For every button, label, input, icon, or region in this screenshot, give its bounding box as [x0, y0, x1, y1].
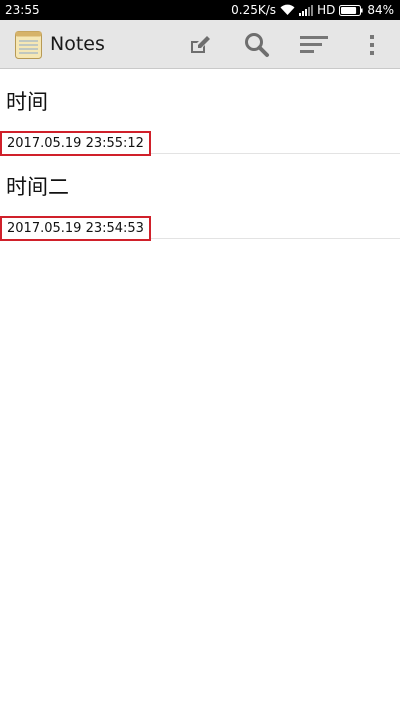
- notes-app-icon: [15, 31, 42, 59]
- sort-icon: [300, 36, 328, 53]
- network-speed: 0.25K/s: [231, 3, 277, 17]
- edit-pencil-icon: [191, 36, 210, 53]
- app-title: Notes: [50, 33, 105, 55]
- signal-icon: [299, 4, 314, 16]
- battery-indicator: 84%: [339, 0, 394, 20]
- search-icon: [245, 33, 269, 57]
- note-date: 2017.05.19 23:55:12: [0, 131, 151, 156]
- note-date: 2017.05.19 23:54:53: [0, 216, 151, 241]
- note-title: 时间二: [6, 175, 69, 199]
- note-list-item[interactable]: 时间二 2017.05.19 23:54:53: [0, 154, 400, 241]
- new-note-button[interactable]: [183, 28, 217, 62]
- status-time: 23:55: [5, 3, 40, 17]
- sort-button[interactable]: [297, 28, 331, 62]
- notes-list: 时间 2017.05.19 23:55:12 时间二 2017.05.19 23…: [0, 69, 400, 241]
- note-list-item[interactable]: 时间 2017.05.19 23:55:12: [0, 69, 400, 156]
- wifi-icon: [280, 4, 295, 16]
- notes-screen: 23:55 0.25K/s HD 84% Notes 时间 2017.05.19…: [0, 0, 400, 711]
- search-button[interactable]: [240, 28, 274, 62]
- network-type: HD: [317, 3, 336, 17]
- status-indicators: 0.25K/s HD 84%: [231, 0, 394, 20]
- battery-percent: 84%: [367, 3, 394, 17]
- overflow-menu-button[interactable]: [355, 28, 389, 62]
- action-bar: Notes: [0, 20, 400, 69]
- note-title: 时间: [6, 90, 48, 114]
- battery-icon: [339, 4, 363, 16]
- overflow-menu-icon: [370, 35, 374, 55]
- status-bar: 23:55 0.25K/s HD 84%: [0, 0, 400, 20]
